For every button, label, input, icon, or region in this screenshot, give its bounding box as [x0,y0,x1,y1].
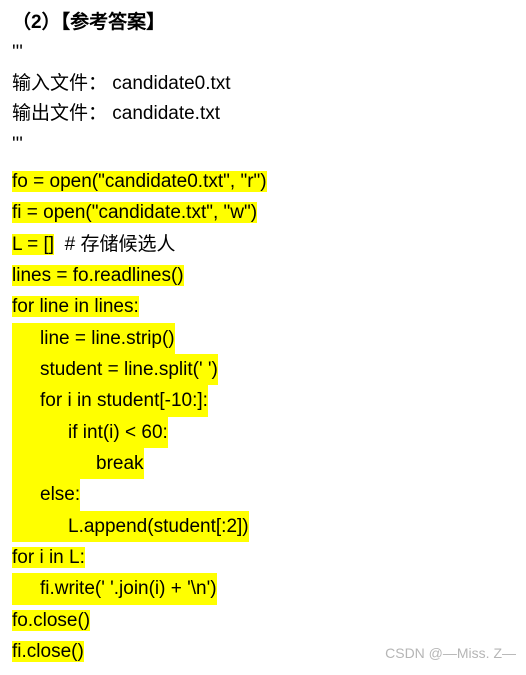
docstring-close: ''' [12,130,514,160]
code-text: if int(i) < 60: [12,417,168,448]
output-file-line: 输出文件： candidate.txt [12,99,514,129]
code-text: L = [] [12,234,54,255]
docstring-open: ''' [12,38,514,68]
code-line: student = line.split(' ') [12,354,514,385]
code-line: break [12,448,514,479]
code-line: fo.close() [12,605,514,636]
code-line: for line in lines: [12,291,514,322]
code-text: for i in L: [12,547,85,568]
code-line: L.append(student[:2]) [12,511,514,542]
code-line: fo = open("candidate0.txt", "r") [12,166,514,197]
code-text: for i in student[-10:]: [12,385,208,416]
code-text: student = line.split(' ') [12,354,218,385]
code-text: for line in lines: [12,296,139,317]
code-text: break [12,448,144,479]
code-line: fi = open("candidate.txt", "w") [12,197,514,228]
code-text: line = line.strip() [12,323,175,354]
code-text: else: [12,479,80,510]
code-text: fo = open("candidate0.txt", "r") [12,171,267,192]
code-text: fi.write(' '.join(i) + '\n') [12,573,217,604]
code-line: L = [] # 存储候选人 [12,229,514,260]
code-text: fo.close() [12,610,90,631]
code-text: fi.close() [12,641,84,662]
code-comment: # 存储候选人 [54,234,175,255]
code-line: line = line.strip() [12,323,514,354]
input-file-line: 输入文件： candidate0.txt [12,69,514,99]
code-text: fi = open("candidate.txt", "w") [12,202,257,223]
code-text: L.append(student[:2]) [12,511,249,542]
code-line: if int(i) < 60: [12,417,514,448]
code-block: fo = open("candidate0.txt", "r") fi = op… [12,166,514,668]
code-line: else: [12,479,514,510]
section-heading: （2）【参考答案】 [12,8,514,38]
code-line: fi.write(' '.join(i) + '\n') [12,573,514,604]
code-line: for i in student[-10:]: [12,385,514,416]
code-line: for i in L: [12,542,514,573]
code-line: fi.close() [12,636,514,667]
code-text: lines = fo.readlines() [12,265,184,286]
code-line: lines = fo.readlines() [12,260,514,291]
